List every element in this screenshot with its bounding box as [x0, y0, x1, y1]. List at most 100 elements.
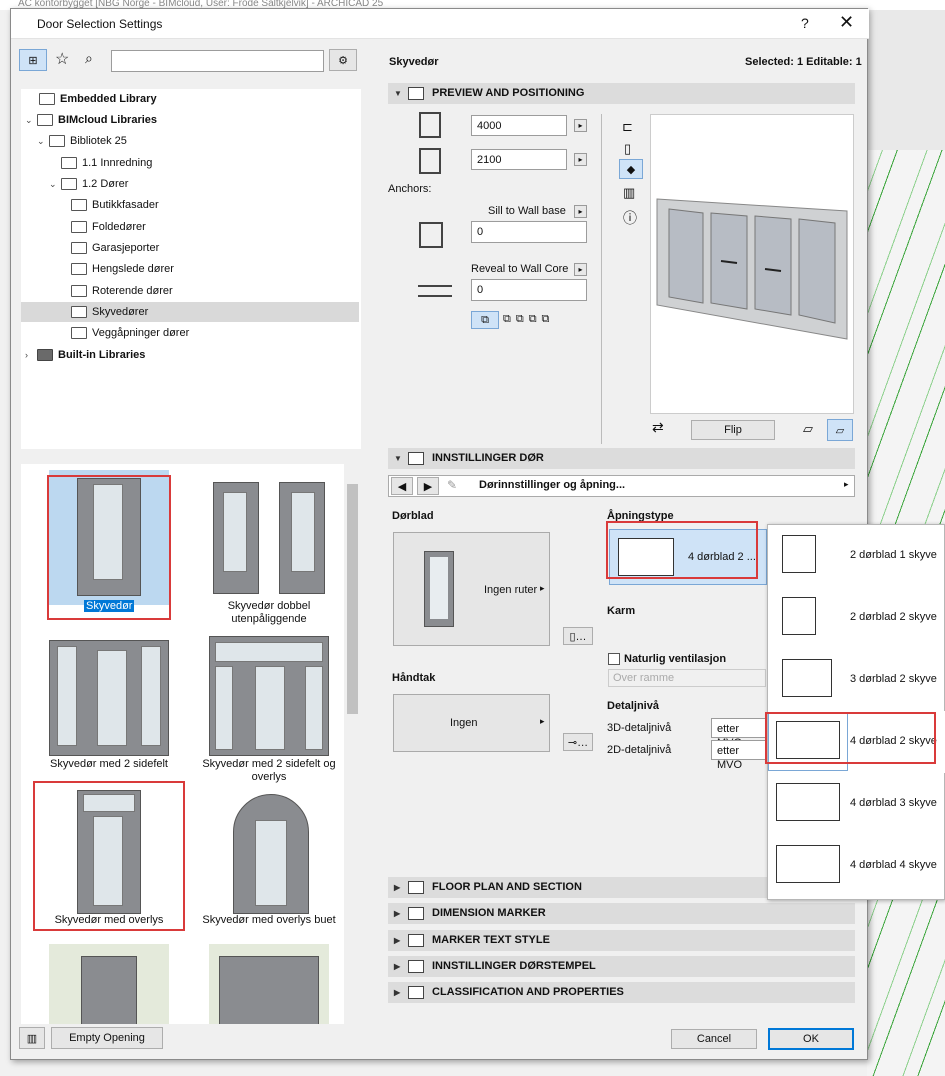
section-preview-positioning[interactable]: ▼ PREVIEW AND POSITIONING: [388, 83, 855, 104]
popup-item[interactable]: 2 dørblad 2 skyve: [768, 587, 945, 649]
sill-input[interactable]: 0: [471, 221, 587, 243]
height-menu-arrow[interactable]: ▸: [574, 153, 587, 166]
width-icon: [419, 112, 441, 138]
sliding-door-icon: [776, 783, 840, 821]
tree-item-hengslede[interactable]: Hengslede dører: [71, 259, 174, 279]
reveal-menu-arrow[interactable]: ▸: [574, 263, 587, 276]
popup-item[interactable]: 4 dørblad 3 skyve: [768, 773, 945, 835]
tree-item-butikkfasader[interactable]: Butikkfasader: [71, 195, 159, 215]
object-thumb-dobbel[interactable]: [209, 472, 329, 607]
tree-item-innredning[interactable]: 1.1 Innredning: [61, 153, 152, 173]
folder-icon: [71, 306, 87, 318]
tree-item-foldedorer[interactable]: Foldedører: [71, 217, 146, 237]
dorblad-options-button[interactable]: ▯…: [563, 627, 593, 645]
floor-plan-icon: [408, 881, 424, 894]
tree-item-garasjeporter[interactable]: Garasjeporter: [71, 238, 159, 258]
dorblad-selector[interactable]: Ingen ruter ▸: [393, 532, 550, 646]
section-dorstempel[interactable]: ▶ INNSTILLINGER DØRSTEMPEL: [388, 956, 855, 977]
tree-item-skyvedorer[interactable]: Skyvedører: [21, 302, 359, 322]
section-view-icon[interactable]: ▯: [624, 141, 631, 157]
section-innstillinger-dor[interactable]: ▼ INNSTILLINGER DØR: [388, 448, 855, 469]
chevron-right-icon: ▶: [394, 883, 401, 892]
d2-label: 2D-detaljnivå: [607, 744, 672, 756]
tree-item-bimcloud[interactable]: ⌄ BIMcloud Libraries: [25, 110, 157, 130]
favorites-star-icon[interactable]: ☆: [55, 49, 69, 69]
tree-item-embedded[interactable]: Embedded Library: [39, 89, 157, 109]
sill-label: Sill to Wall base: [488, 205, 566, 217]
tree-item-builtin[interactable]: › Built-in Libraries: [25, 345, 145, 365]
tree-item-bibliotek[interactable]: ⌄ Bibliotek 25: [37, 131, 127, 151]
object-thumb-more[interactable]: [49, 944, 169, 1024]
door-preview: [81, 956, 137, 1024]
chevron-right-icon: ▸: [540, 583, 545, 593]
d3-select[interactable]: etter MVO: [711, 718, 771, 749]
tree-item-dorer[interactable]: ⌄ 1.2 Dører: [49, 174, 128, 194]
glass-pane: [141, 646, 161, 746]
d2-select[interactable]: etter MVO: [711, 740, 771, 771]
tree-item-roterende[interactable]: Roterende dører: [71, 281, 173, 301]
tree-label: Skyvedører: [92, 306, 149, 318]
tree-label: Veggåpninger dører: [92, 327, 190, 339]
tree-label: Embedded Library: [60, 93, 157, 105]
object-thumb-overlys-buet[interactable]: [209, 786, 329, 921]
tree-item-veggapninger[interactable]: Veggåpninger dører: [71, 323, 189, 343]
ramme-select[interactable]: Over ramme: [608, 669, 766, 687]
scrollbar-thumb[interactable]: [347, 484, 358, 714]
gear-icon[interactable]: ⚙: [329, 49, 357, 71]
elevation-view-icon[interactable]: ▥: [623, 185, 635, 201]
help-button[interactable]: ?: [801, 15, 809, 31]
flip-button[interactable]: Flip: [691, 420, 775, 440]
width-menu-arrow[interactable]: ▸: [574, 119, 587, 132]
view-orient-icon[interactable]: ▱: [803, 421, 813, 437]
popup-item[interactable]: 4 dørblad 4 skyve: [768, 835, 945, 897]
view-orient-active-icon[interactable]: ▱: [827, 419, 853, 441]
3d-preview[interactable]: [650, 114, 854, 414]
3d-view-icon[interactable]: ◆: [619, 159, 643, 179]
section-classification[interactable]: ▶ CLASSIFICATION AND PROPERTIES: [388, 982, 855, 1003]
sill-menu-arrow[interactable]: ▸: [574, 205, 587, 218]
handtak-options-button[interactable]: ⊸…: [563, 733, 593, 751]
height-input[interactable]: 2100: [471, 149, 567, 170]
grid-scrollbar[interactable]: [344, 464, 361, 1024]
object-thumb-2-sidefelt-overlys[interactable]: [209, 636, 329, 771]
dimension-marker-icon: [408, 907, 424, 920]
info-icon[interactable]: ⓘ: [623, 208, 637, 228]
object-thumb-more[interactable]: [209, 944, 329, 1024]
anchor-option-1-icon[interactable]: ⧉: [471, 311, 499, 329]
popup-item[interactable]: 2 dørblad 1 skyve: [768, 525, 945, 587]
close-button[interactable]: ✕: [839, 12, 854, 33]
sill-icon: [419, 222, 443, 248]
folder-view-icon[interactable]: ⊞: [19, 49, 47, 71]
flip-icon: ⇄: [652, 419, 664, 435]
library-manager-icon[interactable]: ▥: [19, 1027, 45, 1049]
popup-item[interactable]: 3 dørblad 2 skyve: [768, 649, 945, 711]
next-page-button[interactable]: ▶: [417, 477, 439, 495]
search-input[interactable]: [111, 50, 324, 72]
object-thumb-2-sidefelt[interactable]: [49, 636, 169, 771]
ok-button[interactable]: OK: [768, 1028, 854, 1050]
popup-item-label: 4 dørblad 3 skyve: [850, 797, 937, 809]
width-input[interactable]: 4000: [471, 115, 567, 136]
search-icon[interactable]: ⌕: [85, 50, 93, 67]
folder-icon: [37, 349, 53, 361]
section-label: INNSTILLINGER DØR: [432, 452, 544, 464]
library-icon: [39, 93, 55, 105]
object-label: Skyvedør med 2 sidefelt og overlys: [202, 758, 336, 783]
reveal-input[interactable]: 0: [471, 279, 587, 301]
chevron-right-icon: ▶: [394, 988, 401, 997]
anchor-options-icon[interactable]: ⧉⧉⧉⧉: [503, 313, 554, 326]
chevron-right-icon: ▶: [394, 936, 401, 945]
empty-opening-button[interactable]: Empty Opening: [51, 1027, 163, 1049]
cancel-button[interactable]: Cancel: [671, 1029, 757, 1049]
section-dimension-marker[interactable]: ▶ DIMENSION MARKER: [388, 903, 855, 924]
stamp-icon: [408, 960, 424, 973]
page-selector[interactable]: Dørinnstillinger og åpning...: [479, 479, 625, 491]
door-section-icon: [408, 87, 424, 100]
chevron-right-icon[interactable]: ▸: [844, 479, 849, 490]
section-marker-text[interactable]: ▶ MARKER TEXT STYLE: [388, 930, 855, 951]
prev-page-button[interactable]: ◀: [391, 477, 413, 495]
object-label: Skyvedør med 2 sidefelt: [50, 758, 168, 770]
handtak-selector[interactable]: Ingen ▸: [393, 694, 550, 752]
ventilasjon-checkbox[interactable]: [608, 653, 620, 665]
plan-view-icon[interactable]: ⊏: [622, 119, 633, 135]
